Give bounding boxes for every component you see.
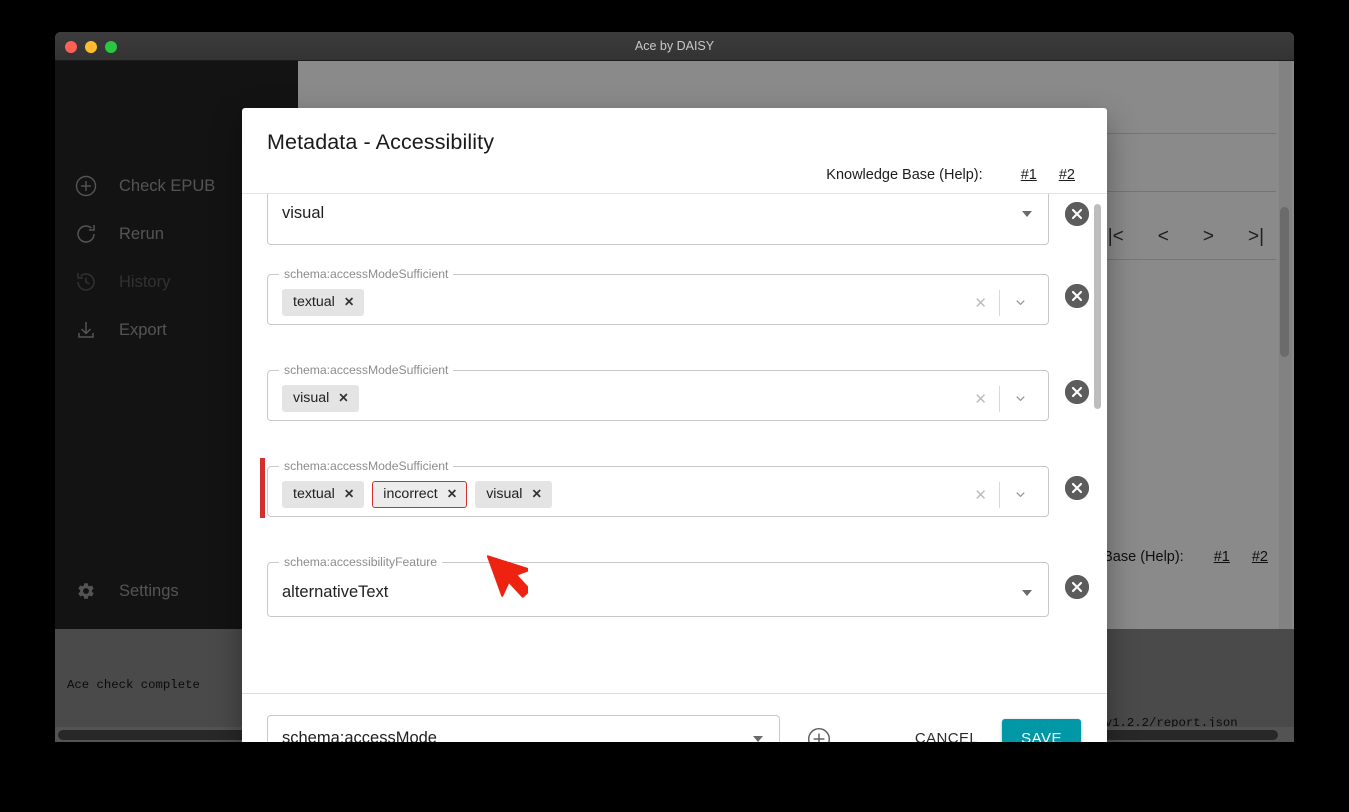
- chevron-down-icon[interactable]: [1000, 391, 1036, 406]
- dialog-scrollbar-thumb[interactable]: [1094, 204, 1101, 409]
- chip-list: visual ✕: [282, 384, 970, 413]
- kb-link-1[interactable]: #1: [1021, 167, 1037, 183]
- field-actions: ✕: [970, 289, 1036, 316]
- field-wrapper: schema:accessModeSufficient textual ✕: [267, 267, 1049, 325]
- chip-label: textual: [293, 485, 335, 502]
- metadata-field-row: visual: [267, 194, 1089, 245]
- chip-list: textual ✕ incorrect ✕ visual ✕: [282, 480, 970, 509]
- clear-all-icon[interactable]: ✕: [970, 390, 999, 408]
- app-window: Ace by DAISY |< < > >| Base (Help): #1 #…: [55, 32, 1294, 742]
- select-inner[interactable]: visual: [268, 194, 1048, 244]
- field-actions: ✕: [970, 481, 1036, 508]
- delete-field-button[interactable]: [1065, 284, 1089, 308]
- delete-field-button[interactable]: [1065, 476, 1089, 500]
- kb-link-2[interactable]: #2: [1059, 167, 1075, 183]
- chip[interactable]: textual ✕: [282, 480, 365, 509]
- field-label: schema:accessModeSufficient: [284, 363, 449, 377]
- dialog-knowledge-base-help: Knowledge Base (Help): #1 #2: [267, 167, 1075, 183]
- accessmodesufficient-chips-field[interactable]: schema:accessModeSufficient visual ✕ ✕: [267, 363, 1049, 421]
- chips-inner[interactable]: textual ✕ ✕: [268, 281, 1048, 324]
- field-label: schema:accessibilityFeature: [284, 555, 438, 569]
- chip-list: textual ✕: [282, 288, 970, 317]
- error-indicator-bar: [260, 458, 265, 518]
- dialog-body: visual schema:accessModeSufficient textu…: [242, 193, 1107, 693]
- metadata-field-row: schema:accessModeSufficient textual ✕ ✕: [267, 267, 1089, 325]
- field-wrapper: schema:accessModeSufficient textual ✕: [260, 458, 1049, 518]
- dialog-title: Metadata - Accessibility: [267, 130, 495, 154]
- app-body: |< < > >| Base (Help): #1 #2 Check EPUB …: [55, 61, 1294, 742]
- select-inner[interactable]: alternativeText: [268, 569, 1048, 616]
- chip-label: incorrect: [383, 485, 438, 502]
- clear-all-icon[interactable]: ✕: [970, 486, 999, 504]
- accessmode-select[interactable]: visual: [267, 194, 1049, 245]
- knowledge-base-label: Knowledge Base (Help):: [826, 167, 983, 183]
- field-actions: ✕: [970, 385, 1036, 412]
- chip-invalid[interactable]: incorrect ✕: [372, 480, 468, 509]
- chevron-down-icon[interactable]: [1000, 295, 1036, 310]
- select-value: visual: [282, 204, 325, 222]
- field-label: schema:accessModeSufficient: [284, 459, 449, 473]
- clear-all-icon[interactable]: ✕: [970, 294, 999, 312]
- metadata-field-row: schema:accessModeSufficient visual ✕ ✕: [267, 363, 1089, 421]
- save-button[interactable]: SAVE: [1002, 719, 1081, 742]
- add-property-button[interactable]: [806, 726, 832, 742]
- cancel-button[interactable]: CANCEL: [901, 720, 992, 742]
- delete-field-button[interactable]: [1065, 202, 1089, 226]
- dialog-header: Metadata - Accessibility Knowledge Base …: [242, 108, 1107, 193]
- add-property-select[interactable]: schema:accessMode: [267, 714, 780, 742]
- accessmodesufficient-chips-field-invalid[interactable]: schema:accessModeSufficient textual ✕ in…: [267, 459, 1049, 517]
- window-titlebar: Ace by DAISY: [55, 32, 1294, 61]
- chip-remove-icon[interactable]: ✕: [531, 487, 541, 502]
- field-wrapper: visual: [267, 194, 1049, 245]
- chips-inner[interactable]: visual ✕ ✕: [268, 377, 1048, 420]
- metadata-accessibility-dialog: Metadata - Accessibility Knowledge Base …: [242, 108, 1107, 742]
- chips-inner[interactable]: textual ✕ incorrect ✕ visual ✕ ✕: [268, 473, 1048, 516]
- chip-remove-icon[interactable]: ✕: [447, 487, 457, 502]
- select-value: schema:accessMode: [282, 729, 437, 742]
- chip[interactable]: visual ✕: [475, 480, 552, 509]
- metadata-field-row-error: schema:accessModeSufficient textual ✕ in…: [260, 458, 1089, 518]
- chip-remove-icon[interactable]: ✕: [344, 295, 354, 310]
- chevron-down-icon[interactable]: [1022, 210, 1032, 217]
- chip[interactable]: textual ✕: [282, 288, 365, 317]
- delete-field-button[interactable]: [1065, 380, 1089, 404]
- select-value: alternativeText: [282, 583, 389, 601]
- chip-remove-icon[interactable]: ✕: [344, 487, 354, 502]
- chip-label: visual: [486, 485, 523, 502]
- field-wrapper: schema:accessibilityFeature alternativeT…: [267, 555, 1049, 617]
- chip-label: textual: [293, 293, 335, 310]
- field-wrapper: schema:accessModeSufficient visual ✕ ✕: [267, 363, 1049, 421]
- accessmodesufficient-chips-field[interactable]: schema:accessModeSufficient textual ✕ ✕: [267, 267, 1049, 325]
- chip[interactable]: visual ✕: [282, 384, 359, 413]
- chip-remove-icon[interactable]: ✕: [338, 391, 348, 406]
- chevron-down-icon[interactable]: [753, 735, 763, 742]
- dialog-footer: schema:accessMode CANCEL SAVE: [242, 693, 1107, 742]
- metadata-field-row: schema:accessibilityFeature alternativeT…: [267, 555, 1089, 617]
- accessibilityfeature-select[interactable]: schema:accessibilityFeature alternativeT…: [267, 555, 1049, 617]
- chevron-down-icon[interactable]: [1022, 589, 1032, 596]
- chip-label: visual: [293, 389, 330, 406]
- window-title: Ace by DAISY: [634, 39, 715, 53]
- field-label: schema:accessModeSufficient: [284, 267, 449, 281]
- dialog-scroll-area[interactable]: visual schema:accessModeSufficient textu…: [242, 194, 1107, 693]
- chevron-down-icon[interactable]: [1000, 487, 1036, 502]
- delete-field-button[interactable]: [1065, 575, 1089, 599]
